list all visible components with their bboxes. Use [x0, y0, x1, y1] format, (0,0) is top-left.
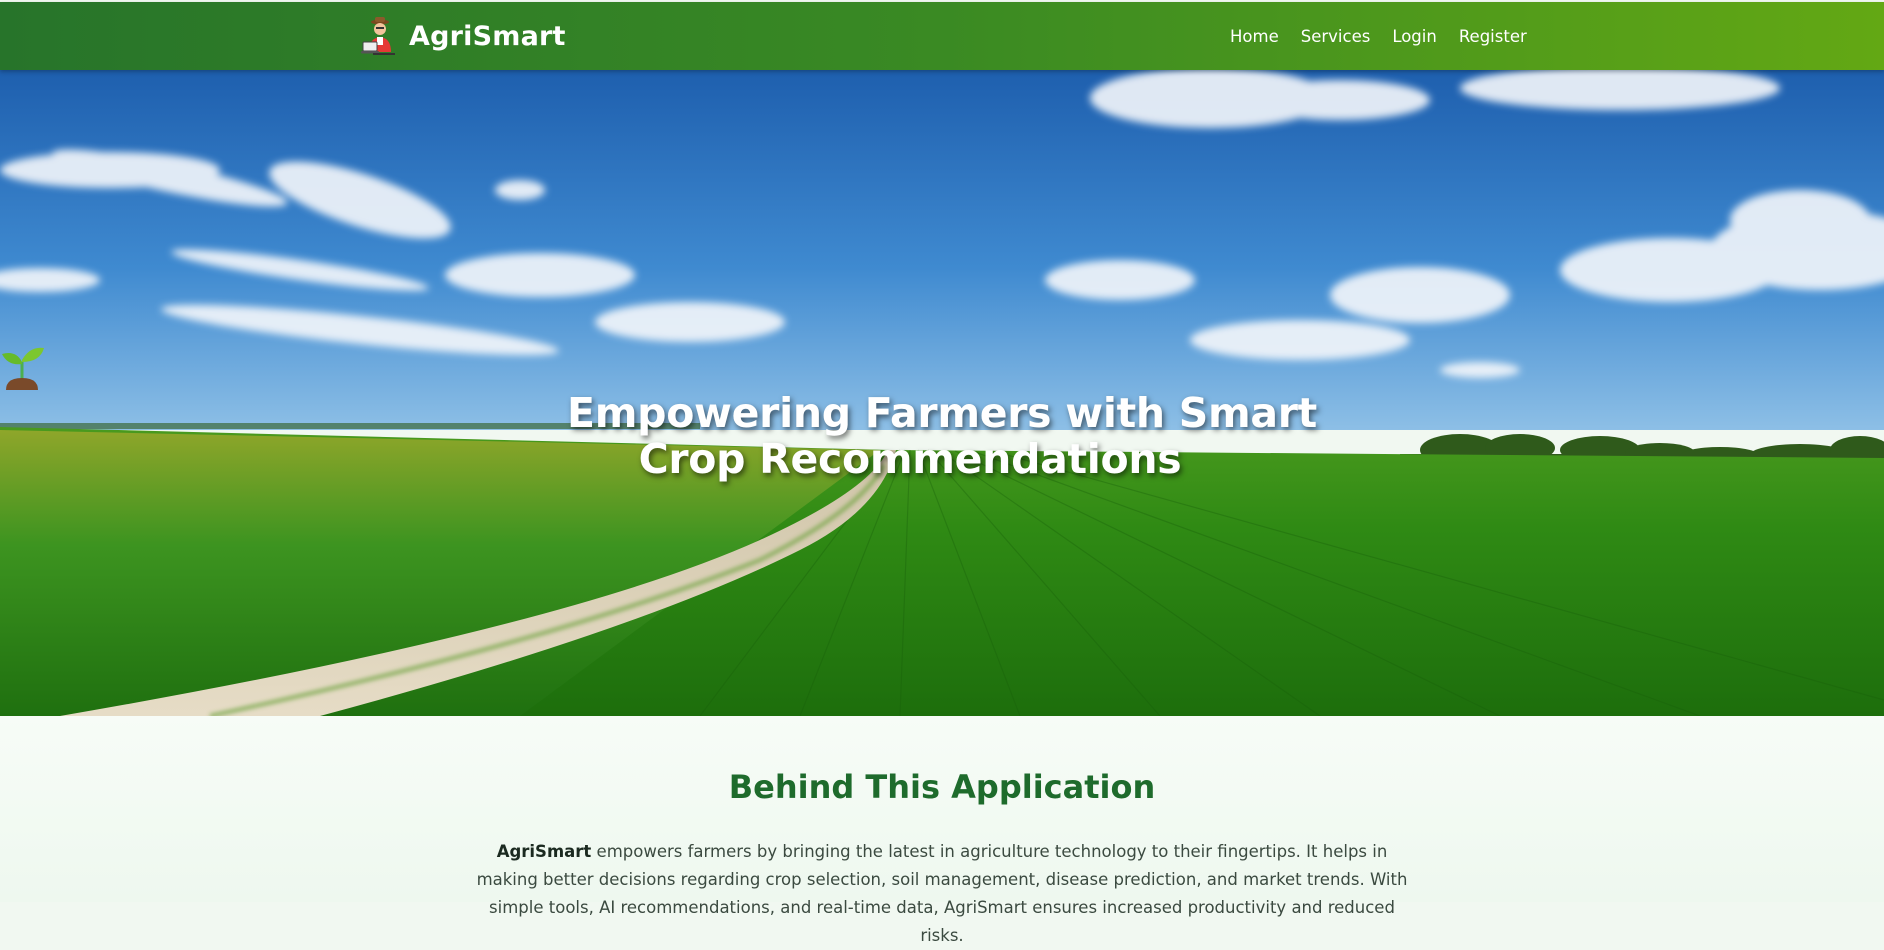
about-body: empowers farmers by bringing the latest … — [476, 842, 1408, 945]
about-brand: AgriSmart — [496, 842, 592, 861]
about-section: Behind This Application AgriSmart empowe… — [0, 716, 1884, 945]
nav-register-link[interactable]: Register — [1459, 27, 1527, 46]
brand-name: AgriSmart — [409, 20, 566, 52]
navbar: AgriSmart Home Services Login Register — [0, 2, 1884, 70]
hero-section: Empowering Farmers with Smart Crop Recom… — [0, 70, 1884, 716]
hero-title-line2: Crop Recommendations — [638, 435, 1182, 483]
hero-title: Empowering Farmers with Smart Crop Recom… — [0, 344, 1884, 482]
about-text: AgriSmart empowers farmers by bringing t… — [470, 838, 1414, 950]
sprout-icon — [2, 347, 44, 390]
hero-title-line1: Empowering Farmers with Smart — [567, 389, 1317, 437]
nav-home-link[interactable]: Home — [1230, 27, 1279, 46]
nav-services-link[interactable]: Services — [1301, 27, 1371, 46]
about-heading: Behind This Application — [728, 768, 1156, 806]
brand[interactable]: AgriSmart — [361, 15, 566, 57]
farmer-laptop-icon — [361, 17, 395, 55]
nav-login-link[interactable]: Login — [1392, 27, 1437, 46]
nav-links: Home Services Login Register — [1230, 2, 1527, 70]
